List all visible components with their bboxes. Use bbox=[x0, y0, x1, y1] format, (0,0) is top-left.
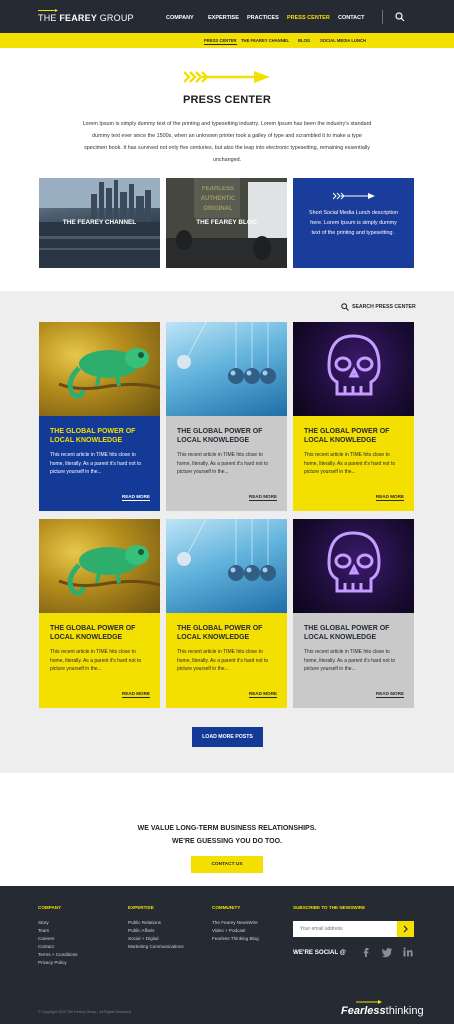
post-title: THE GLOBAL POWER OF LOCAL KNOWLEDGE bbox=[177, 428, 263, 444]
neon-skull-image bbox=[293, 322, 414, 416]
subnav-social-media-lunch[interactable]: SOCIAL MEDIA LUNCH bbox=[320, 38, 366, 43]
post-title: THE GLOBAL POWER OF LOCAL KNOWLEDGE bbox=[50, 625, 136, 641]
fearey-channel-label: THE FEAREY CHANNEL bbox=[62, 219, 137, 226]
fearey-blog-tile[interactable]: FEARLESS AUTHENTIC ORIGINAL THE FEAREY B… bbox=[166, 178, 287, 268]
footer-community-column: COMMUNITY The Fearey NewsWire Video + Po… bbox=[212, 905, 259, 943]
post-title: THE GLOBAL POWER OF LOCAL KNOWLEDGE bbox=[304, 625, 390, 641]
footer-link-team[interactable]: Team bbox=[38, 927, 77, 935]
newtons-cradle-image bbox=[166, 519, 287, 613]
nav-practices[interactable]: PRACTICES bbox=[247, 15, 279, 21]
footer-link-terms[interactable]: Terms + Conditions bbox=[38, 951, 77, 959]
nav-divider bbox=[382, 10, 383, 24]
logo-arrow-icon bbox=[356, 1000, 382, 1004]
search-icon[interactable] bbox=[395, 12, 405, 22]
value-statement-line-1: WE VALUE LONG-TERM BUSINESS RELATIONSHIP… bbox=[137, 825, 317, 832]
read-more-link[interactable]: READ MORE bbox=[375, 691, 404, 698]
footer-link-social-digital[interactable]: Social + Digital bbox=[128, 935, 184, 943]
social-label: WE'RE SOCIAL @ bbox=[293, 949, 346, 956]
main-nav: COMPANY EXPERTISE PRACTICES PRESS CENTER… bbox=[0, 15, 454, 25]
footer-link-story[interactable]: Story bbox=[38, 919, 77, 927]
post-title: THE GLOBAL POWER OF LOCAL KNOWLEDGE bbox=[50, 428, 136, 444]
post-title: THE GLOBAL POWER OF LOCAL KNOWLEDGE bbox=[177, 625, 263, 641]
search-press-center-link[interactable]: SEARCH PRESS CENTER bbox=[352, 304, 416, 310]
footer-link-public-affairs[interactable]: Public Affairs bbox=[128, 927, 184, 935]
footer-company-heading: COMPANY bbox=[38, 905, 62, 910]
subscribe-button[interactable] bbox=[397, 921, 414, 937]
subnav-press-center[interactable]: PRESS CENTER bbox=[204, 38, 237, 45]
site-header: THE FEAREY GROUP COMPANY EXPERTISE PRACT… bbox=[0, 0, 454, 33]
post-card[interactable]: THE GLOBAL POWER OF LOCAL KNOWLEDGE This… bbox=[39, 322, 160, 511]
footer-expertise-heading: EXPERTISE bbox=[128, 905, 154, 910]
fearless-thinking-logo[interactable]: Fearlessthinking bbox=[341, 1005, 424, 1017]
footer-link-contact[interactable]: Contact bbox=[38, 943, 77, 951]
contact-us-button[interactable]: CONTACT US bbox=[191, 856, 263, 873]
nav-contact[interactable]: CONTACT bbox=[338, 15, 364, 21]
arrow-icon bbox=[333, 192, 375, 200]
neon-skull-image bbox=[293, 519, 414, 613]
footer-link-video-podcast[interactable]: Video + Podcast bbox=[212, 927, 259, 935]
copyright-text: © Copyright 2015 The Fearey Group - All … bbox=[38, 1010, 131, 1014]
post-excerpt: This recent article in TIME hits close t… bbox=[50, 452, 142, 476]
linkedin-icon[interactable] bbox=[402, 946, 414, 958]
value-statement-line-2: WE'RE GUESSING YOU DO TOO. bbox=[172, 838, 282, 845]
chameleon-image bbox=[39, 519, 160, 613]
footer-community-heading: COMMUNITY bbox=[212, 905, 241, 910]
footer-company-column: COMPANY Story Team Careers Contact Terms… bbox=[38, 905, 77, 967]
social-media-lunch-tile[interactable]: Short Social Media Lunch description her… bbox=[293, 178, 414, 268]
blog-sign-text: FEARLESS AUTHENTIC ORIGINAL bbox=[200, 186, 236, 212]
email-field[interactable] bbox=[293, 921, 397, 937]
logo-arrow-icon bbox=[38, 9, 58, 12]
read-more-link[interactable]: READ MORE bbox=[248, 691, 277, 698]
footer-newsletter-column: SUBSCRIBE TO THE NEWSWIRE bbox=[293, 905, 365, 919]
post-title: THE GLOBAL POWER OF LOCAL KNOWLEDGE bbox=[304, 428, 390, 444]
subnav-fearey-channel[interactable]: THE FEAREY CHANNEL bbox=[241, 38, 289, 43]
sub-nav: PRESS CENTER THE FEAREY CHANNEL BLOG SOC… bbox=[0, 33, 454, 48]
read-more-link[interactable]: READ MORE bbox=[248, 494, 277, 501]
subnav-blog[interactable]: BLOG bbox=[298, 38, 310, 43]
post-card[interactable]: THE GLOBAL POWER OF LOCAL KNOWLEDGE This… bbox=[293, 519, 414, 708]
footer-link-careers[interactable]: Careers bbox=[38, 935, 77, 943]
twitter-icon[interactable] bbox=[381, 946, 393, 958]
read-more-link[interactable]: READ MORE bbox=[121, 691, 150, 698]
facebook-icon[interactable] bbox=[360, 946, 372, 958]
footer-link-newswire[interactable]: The Fearey NewsWire bbox=[212, 919, 259, 927]
fearey-channel-tile[interactable]: THE FEAREY CHANNEL bbox=[39, 178, 160, 268]
post-excerpt: This recent article in TIME hits close t… bbox=[304, 452, 396, 476]
post-card[interactable]: THE GLOBAL POWER OF LOCAL KNOWLEDGE This… bbox=[166, 322, 287, 511]
chevron-right-icon bbox=[403, 925, 408, 933]
search-icon[interactable] bbox=[341, 303, 349, 311]
footer-link-fearless-blog[interactable]: Fearless Thinking Blog bbox=[212, 935, 259, 943]
page-intro: Lorem Ipsum is simply dummy text of the … bbox=[82, 121, 372, 163]
load-more-button[interactable]: LOAD MORE POSTS bbox=[192, 727, 263, 747]
post-excerpt: This recent article in TIME hits close t… bbox=[177, 452, 269, 476]
nav-press-center[interactable]: PRESS CENTER bbox=[287, 15, 330, 21]
post-card[interactable]: THE GLOBAL POWER OF LOCAL KNOWLEDGE This… bbox=[293, 322, 414, 511]
post-excerpt: This recent article in TIME hits close t… bbox=[304, 649, 396, 673]
nav-expertise[interactable]: EXPERTISE bbox=[208, 15, 239, 21]
read-more-link[interactable]: READ MORE bbox=[375, 494, 404, 501]
hero-arrow-icon bbox=[184, 71, 270, 83]
chameleon-image bbox=[39, 322, 160, 416]
footer-expertise-column: EXPERTISE Public Relations Public Affair… bbox=[128, 905, 184, 951]
post-card[interactable]: THE GLOBAL POWER OF LOCAL KNOWLEDGE This… bbox=[39, 519, 160, 708]
page-title: PRESS CENTER bbox=[183, 94, 271, 106]
newtons-cradle-image bbox=[166, 322, 287, 416]
read-more-link[interactable]: READ MORE bbox=[121, 494, 150, 501]
footer-link-marketing-communications[interactable]: Marketing Communications bbox=[128, 943, 184, 951]
nav-company[interactable]: COMPANY bbox=[166, 15, 194, 21]
social-media-lunch-description: Short Social Media Lunch description her… bbox=[309, 210, 398, 236]
footer-newsletter-heading: SUBSCRIBE TO THE NEWSWIRE bbox=[293, 905, 366, 910]
post-excerpt: This recent article in TIME hits close t… bbox=[50, 649, 142, 673]
footer-link-public-relations[interactable]: Public Relations bbox=[128, 919, 184, 927]
footer-link-privacy[interactable]: Privacy Policy bbox=[38, 959, 77, 967]
fearey-blog-label: THE FEAREY BLOG bbox=[196, 219, 257, 226]
post-card[interactable]: THE GLOBAL POWER OF LOCAL KNOWLEDGE This… bbox=[166, 519, 287, 708]
post-excerpt: This recent article in TIME hits close t… bbox=[177, 649, 269, 673]
